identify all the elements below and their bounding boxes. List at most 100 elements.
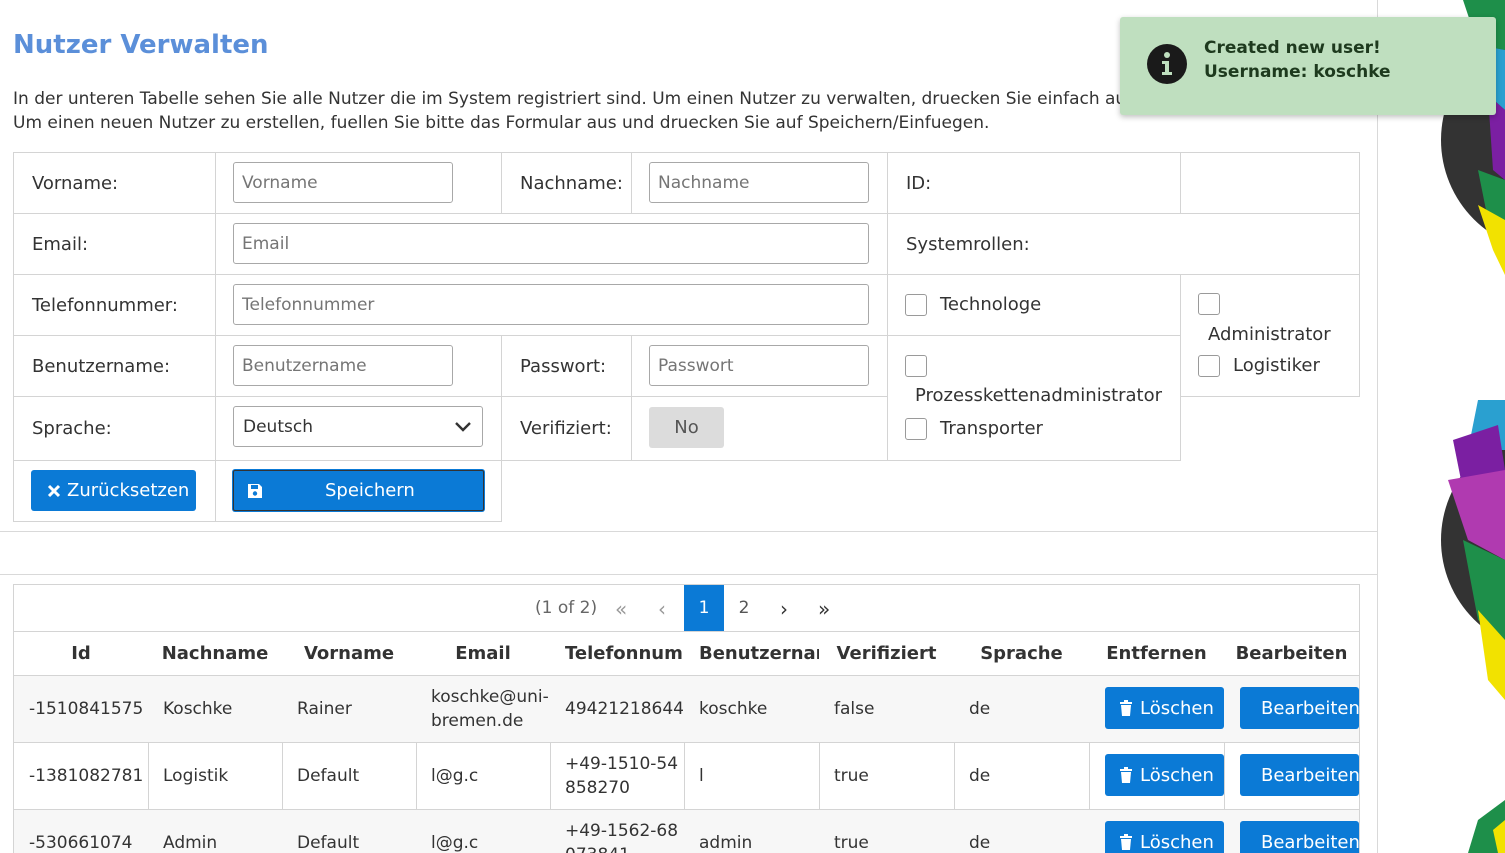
- cell-id: -1381082781: [14, 742, 149, 809]
- role-transporter-checkbox[interactable]: [905, 418, 927, 440]
- column-header-entfernen: Entfernen: [1089, 631, 1225, 675]
- role-prozesskettenadministrator-checkbox[interactable]: [905, 355, 927, 377]
- delete-button-label: Löschen: [1140, 831, 1214, 853]
- last-name-label: Nachname:: [501, 152, 632, 214]
- paginator-summary: (1 of 2): [535, 598, 598, 618]
- first-page-icon[interactable]: «: [615, 597, 627, 621]
- trash-icon: [1120, 767, 1132, 783]
- role-technologe-checkbox[interactable]: [905, 294, 927, 316]
- cell-vorname: Rainer: [282, 675, 417, 742]
- cell-id: -530661074: [14, 809, 149, 853]
- chevron-down-icon: [455, 422, 471, 432]
- column-header-telefonnummer[interactable]: Telefonnummer: [550, 631, 685, 675]
- paginator: (1 of 2) « ‹ 1 2 › »: [14, 585, 1359, 631]
- password-input[interactable]: [649, 345, 869, 386]
- edit-button[interactable]: Bearbeiten: [1240, 821, 1359, 853]
- intro-line-2: Um einen neuen Nutzer zu erstellen, fuel…: [13, 113, 990, 133]
- language-label: Sprache:: [13, 396, 216, 461]
- column-header-id[interactable]: Id: [14, 631, 149, 675]
- language-select[interactable]: Deutsch: [233, 406, 483, 447]
- delete-button[interactable]: Löschen: [1105, 754, 1224, 796]
- phone-input[interactable]: [233, 284, 869, 325]
- column-header-bearbeiten: Bearbeiten: [1224, 631, 1359, 675]
- edit-button-label: Bearbeiten: [1261, 697, 1359, 719]
- trash-icon: [1120, 834, 1132, 850]
- cell-sprache: de: [954, 809, 1090, 853]
- section-divider-top: [0, 531, 1377, 532]
- role-administrator-checkbox[interactable]: [1198, 293, 1220, 315]
- role-administrator-label: Administrator: [1208, 324, 1331, 345]
- cell-verifiziert: true: [819, 742, 955, 809]
- edit-button-label: Bearbeiten: [1261, 831, 1359, 853]
- verified-label: Verifiziert:: [501, 396, 632, 461]
- reset-button[interactable]: Zurücksetzen: [31, 470, 196, 511]
- role-logistiker-checkbox[interactable]: [1198, 355, 1220, 377]
- email-input[interactable]: [233, 223, 869, 264]
- first-name-label: Vorname:: [13, 152, 216, 214]
- edit-button[interactable]: Bearbeiten: [1240, 754, 1359, 796]
- cell-verifiziert: true: [819, 809, 955, 853]
- decorative-graphic: [1378, 0, 1505, 853]
- page-button-1[interactable]: 1: [684, 585, 724, 631]
- role-transporter-label: Transporter: [940, 418, 1043, 439]
- page-button-2[interactable]: 2: [724, 585, 764, 631]
- phone-label: Telefonnummer:: [13, 274, 216, 336]
- edit-button-label: Bearbeiten: [1261, 764, 1359, 786]
- delete-button-label: Löschen: [1140, 764, 1214, 786]
- username-input[interactable]: [233, 345, 453, 386]
- column-header-email[interactable]: Email: [416, 631, 551, 675]
- save-button[interactable]: Speichern: [232, 469, 485, 512]
- page-title: Nutzer Verwalten: [13, 30, 269, 60]
- role-technologe-label: Technologe: [940, 294, 1042, 315]
- prev-page-icon[interactable]: ‹: [658, 597, 666, 621]
- toast-message: Created new user! Username: koschke: [1204, 38, 1391, 82]
- trash-icon: [1120, 700, 1132, 716]
- cell-telefonnummer: 4942121864480: [550, 675, 685, 742]
- column-header-nachname[interactable]: Nachname: [148, 631, 283, 675]
- first-name-input[interactable]: [233, 162, 453, 203]
- column-header-sprache[interactable]: Sprache: [954, 631, 1090, 675]
- reset-button-label: Zurücksetzen: [67, 480, 190, 501]
- toast-notification[interactable]: Created new user! Username: koschke: [1120, 17, 1496, 115]
- email-label: Email:: [13, 213, 216, 275]
- username-label: Benutzername:: [13, 335, 216, 397]
- section-divider-bottom: [0, 574, 1377, 575]
- cell-nachname: Koschke: [148, 675, 283, 742]
- save-button-label: Speichern: [325, 480, 415, 501]
- delete-button-label: Löschen: [1140, 697, 1214, 719]
- cell-email: l@g.c: [416, 742, 551, 809]
- last-name-input[interactable]: [649, 162, 869, 203]
- cell-email: l@g.c: [416, 809, 551, 853]
- info-icon: [1147, 44, 1187, 84]
- cell-nachname: Logistik: [148, 742, 283, 809]
- users-table: (1 of 2) « ‹ 1 2 › » Id Nachname Vorname…: [13, 584, 1360, 853]
- intro-line-1: In der unteren Tabelle sehen Sie alle Nu…: [13, 89, 1237, 109]
- password-label: Passwort:: [501, 335, 632, 397]
- id-label: ID:: [887, 152, 1181, 214]
- cell-benutzername: admin: [684, 809, 820, 853]
- id-value-cell: [1180, 152, 1360, 214]
- page-intro: In der unteren Tabelle sehen Sie alle Nu…: [13, 87, 1237, 135]
- last-page-icon[interactable]: »: [818, 597, 830, 621]
- cell-verifiziert: false: [819, 675, 955, 742]
- cell-nachname: Admin: [148, 809, 283, 853]
- main-page: Nutzer Verwalten In der unteren Tabelle …: [0, 0, 1377, 853]
- cell-telefonnummer: +49-1562-68073841: [550, 809, 685, 853]
- cell-telefonnummer: +49-1510-54858270: [550, 742, 685, 809]
- delete-button[interactable]: Löschen: [1105, 687, 1224, 729]
- save-icon: [248, 483, 262, 498]
- role-logistiker-label: Logistiker: [1233, 355, 1320, 376]
- edit-button[interactable]: Bearbeiten: [1240, 687, 1359, 729]
- cell-email: koschke@uni-bremen.de: [416, 675, 551, 742]
- column-header-verifiziert[interactable]: Verifiziert: [819, 631, 955, 675]
- language-select-value: Deutsch: [243, 416, 313, 437]
- column-header-vorname[interactable]: Vorname: [282, 631, 417, 675]
- cell-id: -1510841575: [14, 675, 149, 742]
- cell-benutzername: koschke: [684, 675, 820, 742]
- cell-sprache: de: [954, 742, 1090, 809]
- next-page-icon[interactable]: ›: [780, 597, 788, 621]
- close-icon: [47, 484, 61, 497]
- verified-toggle[interactable]: No: [649, 407, 724, 448]
- column-header-benutzername[interactable]: Benutzername: [684, 631, 820, 675]
- delete-button[interactable]: Löschen: [1105, 821, 1224, 853]
